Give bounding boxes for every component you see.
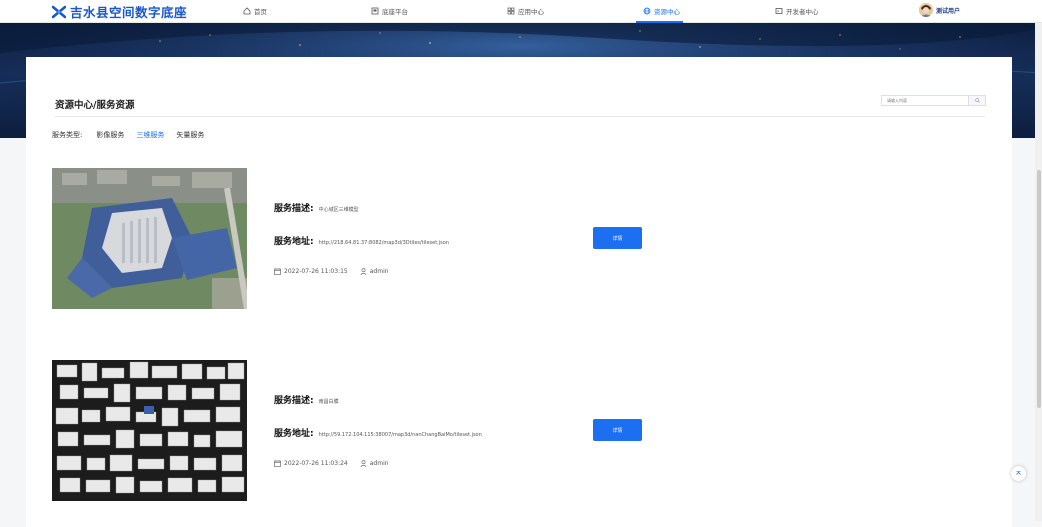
search-box — [881, 95, 986, 106]
top-navbar: 吉水县空间数字底座 首页 底座平台 应用中心 资源中心 开发者中心 测试用户 — [0, 0, 1042, 23]
grid-icon — [507, 7, 515, 15]
aerial-3d-model-image-icon — [52, 168, 247, 309]
filter-imagery[interactable]: 影像服务 — [96, 130, 124, 140]
user-icon — [360, 268, 367, 275]
description-key: 服务描述: — [274, 204, 314, 214]
user-menu[interactable]: 测试用户 — [919, 3, 960, 17]
nav-platform-label: 底座平台 — [382, 8, 408, 16]
user-icon — [360, 460, 367, 467]
resource-author: admin — [369, 460, 389, 467]
back-to-top-button[interactable] — [1011, 466, 1026, 481]
resource-description: 服务描述: 中心城区三维模型 — [274, 201, 359, 214]
app-title: 吉水县空间数字底座 — [70, 5, 188, 20]
active-tab-indicator — [636, 21, 683, 23]
nav-resources[interactable]: 资源中心 — [643, 5, 680, 17]
resource-date: 2022-07-26 11:03:24 — [284, 460, 348, 467]
nav-platform[interactable]: 底座平台 — [371, 5, 408, 17]
page-title: 资源中心/服务资源 — [55, 100, 135, 111]
filter-3d[interactable]: 三维服务 — [136, 130, 164, 140]
scrollbar-thumb[interactable] — [1037, 170, 1041, 408]
search-icon — [974, 98, 980, 103]
title-divider — [55, 116, 985, 117]
avatar — [919, 3, 933, 17]
resource-item: 服务描述: 南昌白膜 服务地址: http://59.172.104.115:3… — [52, 360, 952, 502]
description-value: 南昌白膜 — [318, 399, 339, 405]
url-value[interactable]: http://59.172.104.115:38007/map3d/nanCha… — [319, 432, 482, 438]
app-logo[interactable]: 吉水县空间数字底座 — [52, 3, 187, 20]
resource-meta: 2022-07-26 11:03:24 admin — [274, 460, 389, 467]
nav-apps[interactable]: 应用中心 — [507, 5, 544, 17]
nav-resources-label: 资源中心 — [654, 8, 680, 16]
resource-author: admin — [369, 268, 389, 275]
filter-vector[interactable]: 矢量服务 — [176, 130, 204, 140]
user-name: 测试用户 — [936, 7, 961, 15]
url-value[interactable]: http://218.64.81.37:8082/map3d/3Dtiles/t… — [319, 240, 449, 246]
filter-label: 服务类型: — [52, 131, 83, 139]
globe-icon — [643, 7, 651, 15]
resource-url: 服务地址: http://59.172.104.115:38007/map3d/… — [274, 426, 482, 439]
nav-home[interactable]: 首页 — [243, 5, 267, 17]
description-key: 服务描述: — [274, 396, 314, 406]
url-key: 服务地址: — [274, 237, 314, 247]
description-value: 中心城区三维模型 — [318, 207, 359, 213]
nav-apps-label: 应用中心 — [518, 8, 544, 16]
platform-icon — [371, 7, 379, 15]
avatar-image-icon — [919, 3, 933, 17]
detail-button[interactable]: 详情 — [593, 419, 642, 441]
nav-developer[interactable]: 开发者中心 — [775, 5, 819, 17]
search-button[interactable] — [968, 96, 985, 105]
resource-description: 服务描述: 南昌白膜 — [274, 393, 339, 406]
nav-developer-label: 开发者中心 — [786, 8, 819, 16]
resource-url: 服务地址: http://218.64.81.37:8082/map3d/3Dt… — [274, 234, 449, 247]
service-type-filter: 服务类型: 影像服务 三维服务 矢量服务 — [52, 130, 216, 140]
nav-home-label: 首页 — [254, 8, 267, 16]
resource-thumbnail[interactable] — [52, 168, 247, 309]
chevron-up-icon — [1016, 471, 1021, 475]
content-card: 资源中心/服务资源 服务类型: 影像服务 三维服务 矢量服务 — [26, 57, 1012, 527]
resource-date: 2022-07-26 11:03:15 — [284, 268, 348, 275]
resource-meta: 2022-07-26 11:03:15 admin — [274, 268, 389, 275]
detail-button[interactable]: 详情 — [593, 227, 642, 249]
calendar-icon — [274, 460, 281, 467]
resource-item: 服务描述: 中心城区三维模型 服务地址: http://218.64.81.37… — [52, 168, 952, 310]
calendar-icon — [274, 268, 281, 275]
url-key: 服务地址: — [274, 429, 314, 439]
search-input[interactable] — [882, 96, 968, 105]
logo-icon — [52, 5, 66, 18]
developer-icon — [775, 8, 783, 14]
resource-thumbnail[interactable] — [52, 360, 247, 501]
home-icon — [243, 7, 251, 15]
white-model-city-image-icon — [52, 360, 247, 501]
